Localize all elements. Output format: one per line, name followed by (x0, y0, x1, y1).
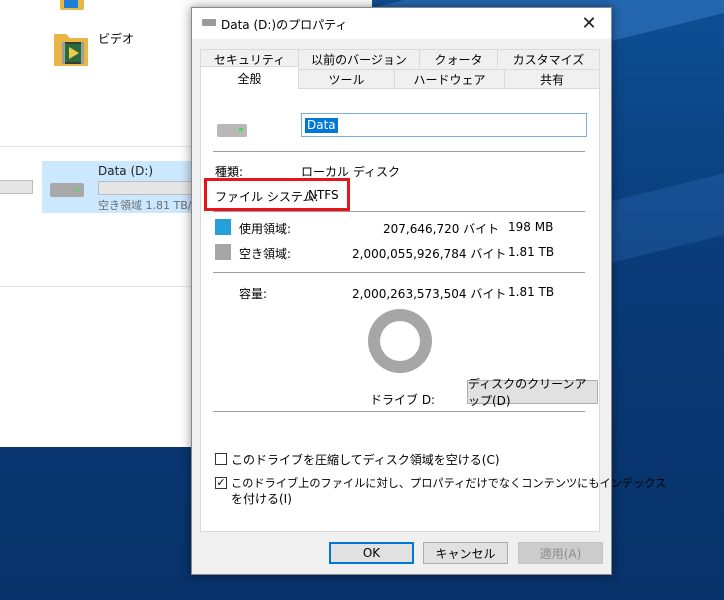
compress-drive-checkbox[interactable] (215, 453, 227, 465)
disk-usage-donut-chart (368, 309, 432, 373)
used-space-bytes: 207,646,720 バイト (383, 222, 500, 236)
wallpaper-streak (595, 156, 724, 264)
section-divider (0, 146, 200, 147)
tab-general[interactable]: 全般 (200, 66, 299, 89)
drive-usage-bar-partial (0, 180, 33, 194)
tab-hardware[interactable]: ハードウェア (394, 69, 505, 88)
section-divider (213, 272, 585, 273)
volume-name-input[interactable]: Data (301, 113, 587, 137)
free-space-bytes: 2,000,055,926,784 バイト (352, 247, 507, 261)
section-divider (213, 411, 585, 412)
free-space-size: 1.81 TB (508, 245, 555, 259)
ok-button[interactable]: OK (329, 542, 414, 564)
properties-dialog: Data (D:)のプロパティ ✕ セキュリティ 以前のバージョン クォータ カ… (191, 7, 666, 575)
cancel-button[interactable]: キャンセル (423, 542, 508, 564)
highlight-annotation-box (204, 178, 350, 211)
free-space-swatch (215, 244, 231, 260)
used-space-swatch (215, 219, 231, 235)
index-content-label-line2[interactable]: を付ける(I) (231, 490, 292, 507)
tab-customize[interactable]: カスタマイズ (497, 49, 600, 68)
section-divider (0, 286, 200, 287)
section-divider (213, 151, 585, 152)
free-space-label: 空き領域: (239, 247, 292, 261)
hard-drive-icon (50, 183, 84, 197)
tab-quota[interactable]: クォータ (419, 49, 498, 68)
index-content-label-line1[interactable]: このドライブ上のファイルに対し、プロパティだけでなくコンテンツにもインデックス (231, 475, 666, 491)
disk-cleanup-button[interactable]: ディスクのクリーンアップ(D) (467, 377, 598, 408)
compress-drive-label[interactable]: このドライブを圧縮してディスク領域を空ける(C) (231, 451, 500, 468)
drive-letter-label: ドライブ D: (370, 393, 436, 407)
drive-tile-free: 空き領域 1.81 TB/1 (98, 199, 199, 212)
tab-tools[interactable]: ツール (298, 69, 395, 88)
section-divider (213, 211, 585, 212)
used-space-size: 198 MB (508, 220, 554, 234)
close-button[interactable]: ✕ (567, 8, 611, 39)
capacity-bytes: 2,000,263,573,504 バイト (352, 287, 507, 301)
folder-icon[interactable] (60, 0, 84, 10)
volume-name-text: Data (305, 118, 338, 133)
capacity-size: 1.81 TB (508, 285, 555, 299)
apply-button[interactable]: 適用(A) (518, 542, 603, 564)
index-content-checkbox[interactable]: ✓ (215, 477, 227, 489)
capacity-label: 容量: (239, 287, 268, 301)
used-space-label: 使用領域: (239, 222, 292, 236)
video-folder-icon[interactable] (52, 28, 90, 68)
drive-tile-name: Data (D:) (98, 164, 154, 178)
drive-title-icon (202, 19, 216, 26)
drive-usage-bar (98, 181, 200, 195)
tab-sharing[interactable]: 共有 (504, 69, 600, 88)
drive-tile-data[interactable]: Data (D:) 空き領域 1.81 TB/1 (42, 161, 200, 213)
hard-drive-icon (217, 124, 247, 137)
title-bar[interactable]: Data (D:)のプロパティ ✕ (192, 8, 611, 39)
dialog-title: Data (D:)のプロパティ (221, 18, 348, 32)
video-folder-label[interactable]: ビデオ (98, 30, 134, 47)
tab-previous-versions[interactable]: 以前のバージョン (298, 49, 420, 68)
